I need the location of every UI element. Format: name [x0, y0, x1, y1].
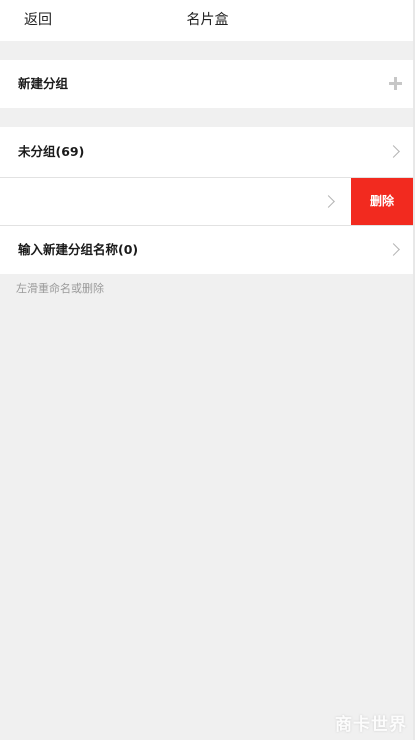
input-new-group-label: 输入新建分组名称(0) — [18, 242, 139, 257]
chevron-right-icon — [322, 195, 335, 208]
delete-button[interactable]: 删除 — [351, 178, 413, 225]
page-title: 名片盒 — [186, 12, 229, 28]
chevron-right-icon — [387, 243, 400, 256]
hint-text: 左滑重命名或删除 — [16, 282, 104, 295]
new-group-row[interactable]: 新建分组 — [0, 60, 415, 108]
group-row-ungrouped[interactable]: 未分组(69) — [0, 127, 415, 177]
chevron-right-icon — [387, 145, 400, 158]
new-group-label: 新建分组 — [18, 76, 69, 91]
group-row-swiped[interactable]: 删除 — [0, 178, 415, 225]
plus-icon[interactable] — [389, 77, 402, 90]
watermark: 商卡世界 — [335, 715, 407, 735]
group-label-ungrouped: 未分组(69) — [18, 144, 85, 159]
input-new-group-row[interactable]: 输入新建分组名称(0) — [0, 226, 415, 274]
nav-bar: 返回 名片盒 — [0, 0, 415, 41]
